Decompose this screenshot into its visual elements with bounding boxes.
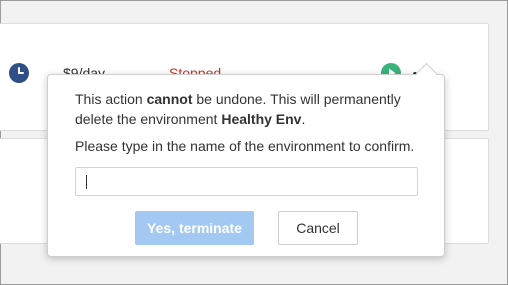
environment-name: Healthy Env <box>221 111 302 127</box>
warning-suffix: . <box>301 111 306 127</box>
terminate-confirm-popover: This action cannot be undone. This will … <box>47 74 445 257</box>
warning-text: This action cannot be undone. This will … <box>75 89 425 129</box>
cancel-button[interactable]: Cancel <box>278 211 358 245</box>
confirm-terminate-button[interactable]: Yes, terminate <box>135 211 254 245</box>
environment-name-input[interactable] <box>75 167 418 196</box>
warning-prefix: This action <box>75 91 147 107</box>
text-caret <box>86 175 87 189</box>
clock-icon <box>9 63 29 83</box>
confirm-prompt: Please type in the name of the environme… <box>75 138 415 154</box>
warning-emphasis: cannot <box>146 91 193 107</box>
